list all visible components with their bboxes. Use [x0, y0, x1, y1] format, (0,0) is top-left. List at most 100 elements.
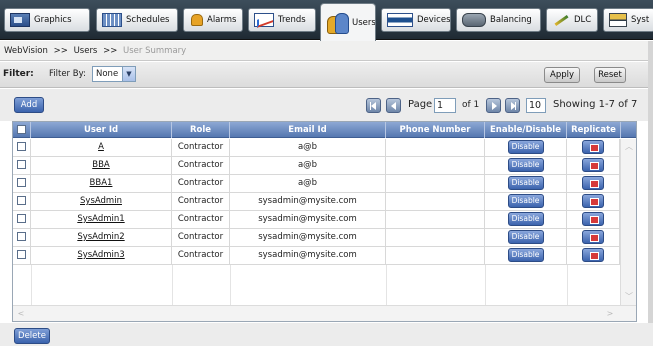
scroll-up-icon[interactable]: ︿	[624, 142, 634, 152]
replicate-cell	[567, 211, 620, 229]
tab-schedules[interactable]: Schedules	[96, 8, 178, 32]
page-number-input[interactable]: 1	[434, 98, 456, 113]
select-all-checkbox[interactable]	[17, 125, 26, 134]
row-checkbox[interactable]	[17, 214, 26, 223]
header-filler	[621, 122, 636, 138]
chevron-down-icon[interactable]: ▼	[122, 67, 135, 81]
replicate-icon[interactable]	[582, 230, 604, 244]
tab-trends[interactable]: Trends	[248, 8, 316, 32]
column-header-role[interactable]: Role	[172, 122, 230, 138]
horizontal-scrollbar[interactable]: < >	[13, 305, 636, 321]
user-id-link[interactable]: BBA1	[90, 178, 113, 188]
tab-users-label: Users	[352, 17, 376, 28]
scroll-down-icon[interactable]: ﹀	[624, 292, 634, 302]
user-id-link[interactable]: SysAdmin3	[77, 250, 124, 260]
row-select-cell	[13, 229, 31, 247]
disable-button[interactable]: Disable	[507, 140, 544, 154]
disable-button[interactable]: Disable	[507, 212, 544, 226]
apply-button[interactable]: Apply	[544, 67, 580, 83]
next-page-icon[interactable]	[486, 98, 501, 113]
page-label: Page	[408, 99, 433, 110]
row-checkbox[interactable]	[17, 178, 26, 187]
row-select-cell	[13, 175, 31, 193]
column-header-replicate: Replicate	[567, 122, 621, 138]
user-id-link[interactable]: A	[98, 142, 104, 152]
table-row[interactable]: SysAdmin2 Contractor sysadmin@mysite.com…	[13, 229, 620, 247]
disable-button[interactable]: Disable	[507, 230, 544, 244]
tab-alarms[interactable]: Alarms	[183, 8, 243, 32]
row-checkbox[interactable]	[17, 232, 26, 241]
breadcrumb-users[interactable]: Users	[74, 46, 98, 56]
replicate-icon[interactable]	[582, 140, 604, 154]
add-user-button[interactable]: Add	[14, 97, 44, 113]
column-header-email[interactable]: Email Id	[230, 122, 386, 138]
email-cell: sysadmin@mysite.com	[230, 193, 386, 211]
delete-button[interactable]: Delete	[14, 328, 50, 344]
user-id-link[interactable]: SysAdmin	[80, 196, 122, 206]
phone-cell	[386, 193, 485, 211]
column-header-enable-disable: Enable/Disable	[485, 122, 567, 138]
tab-dlc[interactable]: DLC	[546, 8, 598, 32]
row-select-cell	[13, 193, 31, 211]
row-checkbox[interactable]	[17, 160, 26, 169]
breadcrumb-separator: >>	[103, 46, 118, 56]
phone-cell	[386, 247, 485, 265]
tab-devices[interactable]: Devices	[381, 8, 451, 32]
row-checkbox[interactable]	[17, 250, 26, 259]
breadcrumb-root[interactable]: WebVision	[4, 46, 48, 56]
tab-devices-label: Devices	[417, 15, 451, 25]
reset-button[interactable]: Reset	[594, 67, 626, 83]
replicate-cell	[567, 157, 620, 175]
disable-button[interactable]: Disable	[507, 176, 544, 190]
disable-button[interactable]: Disable	[507, 158, 544, 172]
table-row[interactable]: A Contractor a@b Disable	[13, 139, 620, 157]
table-row[interactable]: SysAdmin3 Contractor sysadmin@mysite.com…	[13, 247, 620, 265]
tab-trends-label: Trends	[278, 15, 306, 25]
phone-cell	[386, 229, 485, 247]
tab-system[interactable]: Syst	[603, 8, 653, 32]
first-page-icon[interactable]	[366, 98, 381, 113]
replicate-icon[interactable]	[582, 212, 604, 226]
last-page-icon[interactable]	[505, 98, 520, 113]
disable-button[interactable]: Disable	[507, 248, 544, 262]
replicate-icon[interactable]	[582, 248, 604, 262]
replicate-icon[interactable]	[582, 194, 604, 208]
replicate-icon[interactable]	[582, 176, 604, 190]
role-cell: Contractor	[172, 247, 230, 265]
user-id-cell: SysAdmin2	[31, 229, 172, 247]
devices-icon	[387, 13, 413, 27]
enable-disable-cell: Disable	[485, 229, 567, 247]
enable-disable-cell: Disable	[485, 139, 567, 157]
vertical-scrollbar[interactable]: ︿ ﹀	[620, 139, 636, 305]
table-row[interactable]: SysAdmin1 Contractor sysadmin@mysite.com…	[13, 211, 620, 229]
user-id-link[interactable]: SysAdmin2	[77, 232, 124, 242]
tab-balancing[interactable]: Balancing	[456, 8, 541, 32]
tab-graphics[interactable]: Graphics	[4, 8, 90, 32]
column-header-phone[interactable]: Phone Number	[386, 122, 485, 138]
table-row[interactable]: BBA1 Contractor a@b Disable	[13, 175, 620, 193]
users-icon	[326, 12, 349, 34]
tab-users[interactable]: Users	[320, 3, 376, 41]
enable-disable-cell: Disable	[485, 211, 567, 229]
filter-by-select[interactable]: None ▼	[92, 66, 136, 82]
column-header-user-id[interactable]: User Id	[31, 122, 172, 138]
previous-page-icon[interactable]	[386, 98, 401, 113]
role-cell: Contractor	[172, 211, 230, 229]
disable-button[interactable]: Disable	[507, 194, 544, 208]
replicate-icon[interactable]	[582, 158, 604, 172]
row-select-cell	[13, 211, 31, 229]
table-row[interactable]: BBA Contractor a@b Disable	[13, 157, 620, 175]
table-row[interactable]: SysAdmin Contractor sysadmin@mysite.com …	[13, 193, 620, 211]
enable-disable-cell: Disable	[485, 193, 567, 211]
enable-disable-cell: Disable	[485, 247, 567, 265]
replicate-cell	[567, 193, 620, 211]
system-icon	[609, 13, 627, 27]
user-id-link[interactable]: SysAdmin1	[77, 214, 124, 224]
row-checkbox[interactable]	[17, 196, 26, 205]
scroll-left-icon[interactable]: <	[16, 309, 26, 319]
row-select-cell	[13, 247, 31, 265]
scroll-right-icon[interactable]: >	[605, 309, 615, 319]
page-size-input[interactable]: 10	[526, 98, 546, 113]
user-id-link[interactable]: BBA	[92, 160, 109, 170]
row-checkbox[interactable]	[17, 142, 26, 151]
